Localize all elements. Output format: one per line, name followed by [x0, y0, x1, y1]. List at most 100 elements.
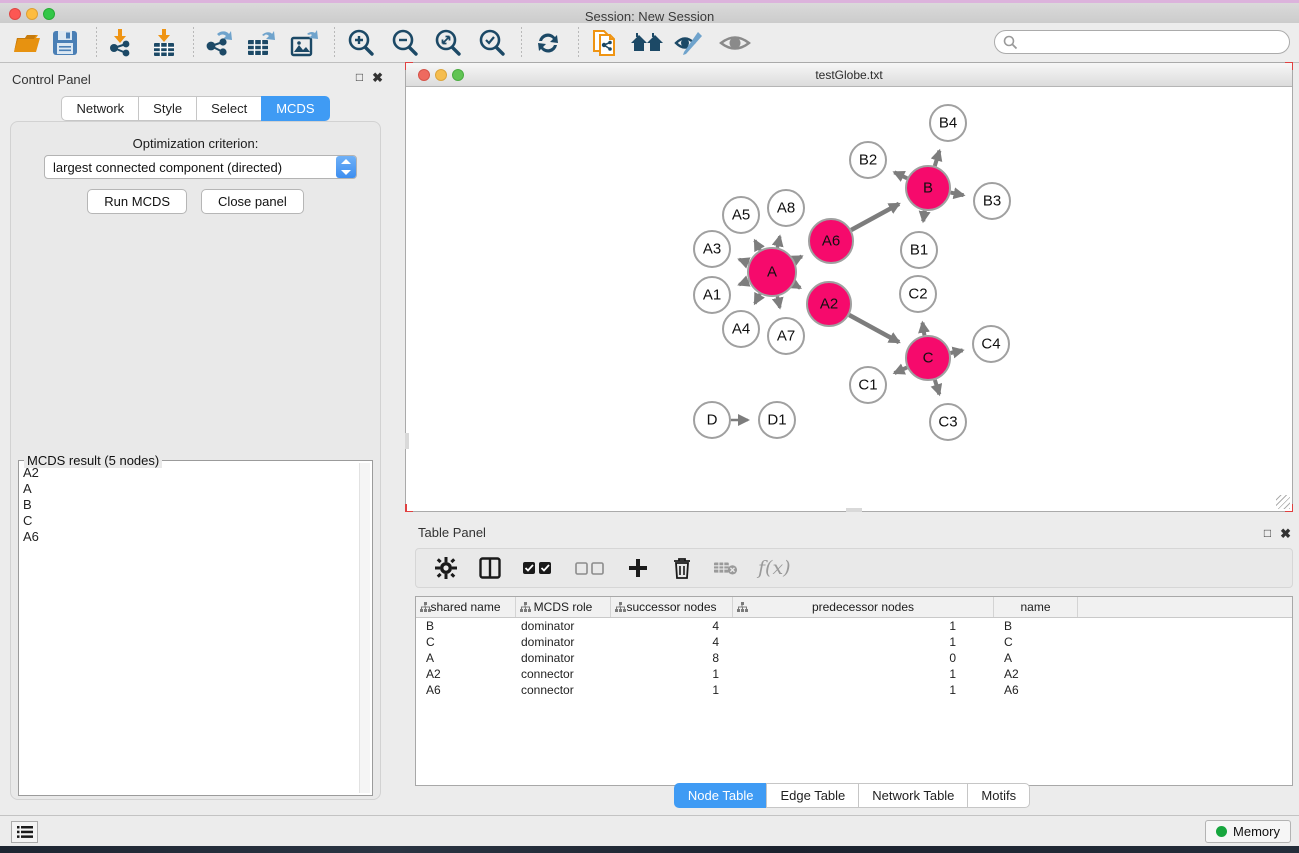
edge-B-B2[interactable] [894, 172, 907, 178]
table-row[interactable]: Adominator80A [416, 650, 1292, 666]
tab-edge-table[interactable]: Edge Table [766, 783, 858, 808]
node-B4[interactable]: B4 [930, 105, 966, 141]
edge-A-A6[interactable] [794, 256, 802, 260]
delete-table-icon[interactable] [714, 556, 738, 580]
resize-grip-icon[interactable] [1276, 495, 1290, 509]
node-B2[interactable]: B2 [850, 142, 886, 178]
duplicate-network-icon[interactable] [587, 26, 623, 60]
node-B3[interactable]: B3 [974, 183, 1010, 219]
open-folder-icon[interactable] [9, 26, 45, 60]
export-table-icon[interactable] [243, 26, 279, 60]
mcds-result-item[interactable]: A6 [23, 529, 356, 545]
table-row[interactable]: A2connector11A2 [416, 666, 1292, 682]
float-table-panel-icon[interactable]: □ [1264, 526, 1271, 542]
edge-B-B4[interactable] [935, 151, 940, 166]
column-header-name[interactable]: name [994, 597, 1078, 617]
edge-A6-B[interactable] [851, 204, 899, 230]
tab-mcds[interactable]: MCDS [261, 96, 329, 121]
close-panel-icon[interactable]: ✖ [372, 70, 383, 86]
table-row[interactable]: Bdominator41B [416, 618, 1292, 634]
edge-A2-C[interactable] [849, 315, 899, 342]
result-scrollbar[interactable] [359, 463, 370, 793]
canvas-horizontal-scroll-stub[interactable] [846, 508, 862, 512]
mcds-result-item[interactable]: A2 [23, 465, 356, 481]
table-row[interactable]: A6connector11A6 [416, 682, 1292, 698]
edge-A-A3[interactable] [739, 259, 749, 263]
mcds-result-item[interactable]: A [23, 481, 356, 497]
node-A6[interactable]: A6 [809, 219, 853, 263]
edge-B-B1[interactable] [923, 211, 925, 222]
mcds-result-list[interactable]: A2ABCA6 [21, 463, 358, 793]
save-session-icon[interactable] [47, 26, 83, 60]
node-A5[interactable]: A5 [723, 197, 759, 233]
node-A[interactable]: A [748, 248, 796, 296]
import-table-icon[interactable] [146, 26, 182, 60]
tab-network-table[interactable]: Network Table [858, 783, 967, 808]
show-details-icon[interactable] [717, 26, 753, 60]
node-A2[interactable]: A2 [807, 282, 851, 326]
edge-A-A4[interactable] [755, 294, 760, 304]
memory-button[interactable]: Memory [1205, 820, 1291, 843]
node-C3[interactable]: C3 [930, 404, 966, 440]
task-history-button[interactable] [11, 821, 38, 843]
refresh-layout-icon[interactable] [530, 26, 566, 60]
node-D1[interactable]: D1 [759, 402, 795, 438]
network-window-titlebar[interactable]: testGlobe.txt [406, 63, 1292, 87]
column-header-predecessor-nodes[interactable]: predecessor nodes [733, 597, 994, 617]
canvas-vertical-scroll-stub[interactable] [405, 433, 409, 449]
node-C1[interactable]: C1 [850, 367, 886, 403]
add-column-icon[interactable] [626, 556, 650, 580]
table-settings-gear-icon[interactable] [434, 556, 458, 580]
zoom-selected-icon[interactable] [474, 26, 510, 60]
column-header-shared-name[interactable]: shared name [416, 597, 516, 617]
node-A3[interactable]: A3 [694, 231, 730, 267]
table-row[interactable]: Cdominator41C [416, 634, 1292, 650]
function-builder-fx[interactable]: f(x) [758, 557, 791, 579]
deselect-all-checkboxes-icon[interactable] [574, 556, 606, 580]
node-A8[interactable]: A8 [768, 190, 804, 226]
tab-select[interactable]: Select [196, 96, 261, 121]
run-mcds-button[interactable]: Run MCDS [87, 189, 187, 214]
node-C4[interactable]: C4 [973, 326, 1009, 362]
float-panel-icon[interactable]: □ [356, 70, 363, 86]
edge-A-A8[interactable] [777, 236, 779, 247]
export-network-icon[interactable] [200, 26, 236, 60]
node-B[interactable]: B [906, 166, 950, 210]
delete-column-trash-icon[interactable] [670, 556, 694, 580]
export-image-icon[interactable] [287, 26, 323, 60]
node-A4[interactable]: A4 [723, 311, 759, 347]
node-B1[interactable]: B1 [901, 232, 937, 268]
zoom-fit-icon[interactable] [430, 26, 466, 60]
node-C2[interactable]: C2 [900, 276, 936, 312]
column-header-MCDS-role[interactable]: MCDS role [516, 597, 611, 617]
edge-A-A2[interactable] [794, 284, 800, 288]
tab-style[interactable]: Style [138, 96, 196, 121]
edge-B-B3[interactable] [951, 193, 964, 196]
edge-A-A5[interactable] [755, 240, 760, 250]
node-D[interactable]: D [694, 402, 730, 438]
edge-C-C1[interactable] [894, 367, 907, 373]
node-A7[interactable]: A7 [768, 318, 804, 354]
optimization-criterion-dropdown[interactable]: largest connected component (directed) [44, 155, 357, 179]
node-C[interactable]: C [906, 336, 950, 380]
edge-C-C4[interactable] [950, 350, 962, 353]
tab-node-table[interactable]: Node Table [674, 783, 767, 808]
edge-C-C2[interactable] [922, 323, 924, 336]
network-canvas[interactable]: B4 B2 B B3 A8A5 A6 A3 B1 A A1 C2 A2 A4A7 C4 C C1 C3 D D1 [407, 88, 1292, 511]
search-input[interactable] [994, 30, 1290, 54]
mcds-result-item[interactable]: B [23, 497, 356, 513]
edge-A-A1[interactable] [739, 281, 749, 285]
import-network-icon[interactable] [102, 26, 138, 60]
zoom-in-icon[interactable] [343, 26, 379, 60]
tab-network[interactable]: Network [61, 96, 138, 121]
select-all-checkboxes-icon[interactable] [522, 556, 554, 580]
edge-C-C3[interactable] [935, 380, 939, 394]
edge-A-A7[interactable] [777, 296, 779, 307]
show-columns-icon[interactable] [478, 556, 502, 580]
home-views-icon[interactable] [629, 26, 665, 60]
close-panel-button[interactable]: Close panel [201, 189, 304, 214]
column-header-successor-nodes[interactable]: successor nodes [611, 597, 733, 617]
tab-motifs[interactable]: Motifs [967, 783, 1030, 808]
node-A1[interactable]: A1 [694, 277, 730, 313]
hide-details-icon[interactable] [672, 26, 708, 60]
